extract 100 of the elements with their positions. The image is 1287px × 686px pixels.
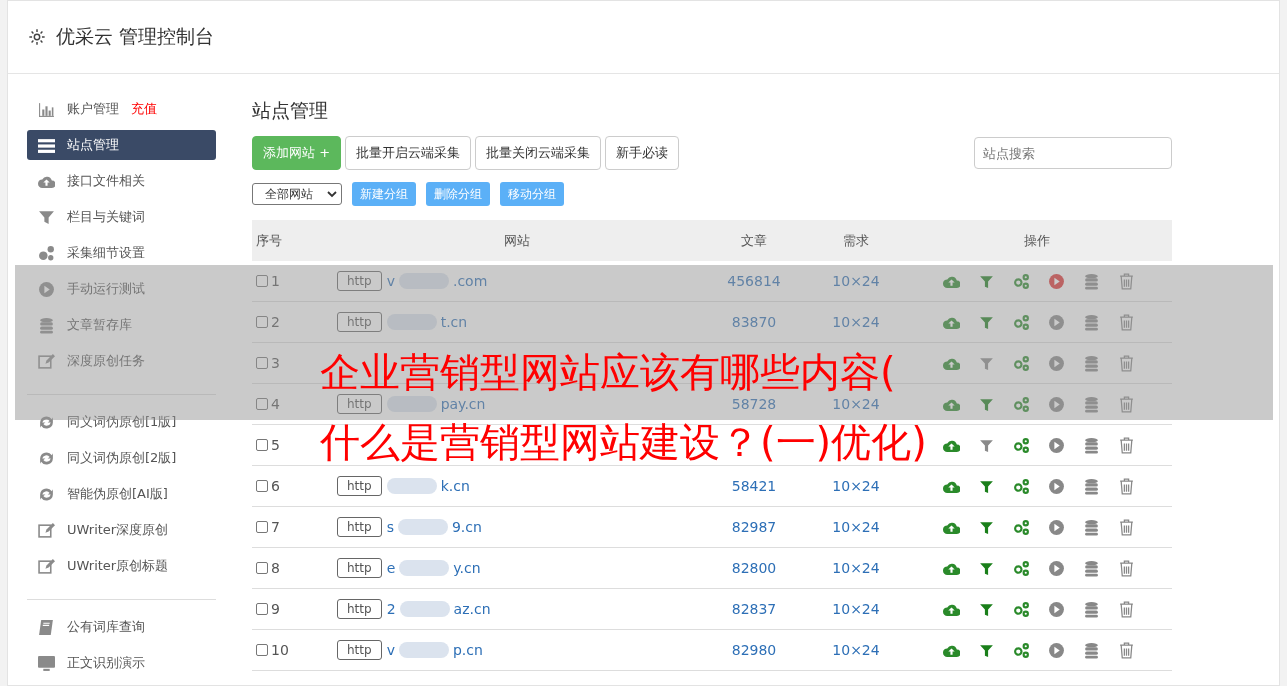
site-url[interactable]: az.cn [453, 601, 491, 617]
database-icon[interactable] [1083, 395, 1100, 413]
trash-icon[interactable] [1118, 559, 1135, 577]
database-icon[interactable] [1083, 559, 1100, 577]
site-url[interactable]: e [386, 560, 396, 576]
trash-icon[interactable] [1118, 395, 1135, 413]
search-field[interactable]: 站点搜索 [974, 137, 1172, 169]
sidebar-item[interactable]: 公有词库查询 [27, 612, 216, 642]
sidebar-label: 智能伪原创[AI版] [67, 485, 168, 503]
gears-icon[interactable] [1013, 518, 1030, 536]
toolbar-button[interactable]: 批量开启云端采集 [345, 136, 472, 170]
column-header: 操作 [902, 220, 1172, 261]
row-checkbox[interactable] [256, 603, 268, 615]
site-url[interactable]: 9.cn [451, 519, 482, 535]
banner-title: 企业营销型网站应该有哪些内容( [320, 350, 897, 394]
scheme-tag: http [337, 312, 382, 332]
gears-icon[interactable] [1013, 436, 1030, 454]
sidebar-item[interactable]: 栏目与关键词 [27, 202, 216, 232]
row-checkbox[interactable] [256, 439, 268, 451]
sidebar-item[interactable]: 智能伪原创[AI版] [27, 479, 216, 509]
site-url[interactable]: v [386, 642, 395, 658]
database-icon[interactable] [1083, 436, 1100, 454]
sidebar-item[interactable]: 手动运行测试 [27, 274, 216, 304]
row-checkbox[interactable] [256, 521, 268, 533]
gears-icon[interactable] [1013, 477, 1030, 495]
toolbar-button[interactable]: 新手必读 [605, 136, 680, 170]
trash-icon[interactable] [1118, 313, 1135, 331]
trash-icon[interactable] [1118, 354, 1135, 372]
blurred-text [386, 478, 437, 494]
play-icon[interactable] [1048, 559, 1065, 577]
sidebar-item[interactable]: 文章暂存库 [27, 310, 216, 340]
row-number: 7 [271, 519, 280, 535]
database-icon[interactable] [1083, 272, 1100, 290]
trash-icon[interactable] [1118, 272, 1135, 290]
trash-icon[interactable] [1118, 477, 1135, 495]
sidebar-item[interactable]: 站点管理 [27, 130, 216, 160]
site-url[interactable]: 2 [386, 601, 396, 617]
row-number: 5 [271, 437, 280, 453]
database-icon[interactable] [1083, 600, 1100, 618]
play-icon[interactable] [1048, 395, 1065, 413]
sidebar-item[interactable]: 同义词伪原创[2版] [27, 443, 216, 473]
sidebar-item[interactable]: 采集细节设置 [27, 238, 216, 268]
column-header: 文章 [698, 220, 810, 261]
row-checkbox[interactable] [256, 644, 268, 656]
play-icon[interactable] [1048, 313, 1065, 331]
database-icon[interactable] [1083, 641, 1100, 659]
play-icon[interactable] [1048, 641, 1065, 659]
article-count: 82987 [731, 519, 777, 535]
row-checkbox[interactable] [256, 357, 268, 369]
sidebar-item[interactable]: 正文识别演示 [27, 648, 216, 678]
row-checkbox[interactable] [256, 316, 268, 328]
gears-icon[interactable] [1013, 641, 1030, 659]
sidebar-item[interactable]: 账户管理 充值 [27, 94, 216, 124]
gears-icon[interactable] [1013, 272, 1030, 290]
trash-icon[interactable] [1118, 600, 1135, 618]
article-count: 82980 [731, 642, 777, 658]
row-checkbox[interactable] [256, 562, 268, 574]
row-checkbox[interactable] [256, 480, 268, 492]
site-url[interactable]: s [386, 519, 394, 535]
recharge-link[interactable]: 充值 [131, 100, 157, 118]
trash-icon[interactable] [1118, 436, 1135, 454]
group-dropdown[interactable]: 全部网站 [252, 183, 342, 205]
sidebar-item[interactable]: 同义词伪原创[1版] [27, 407, 216, 437]
play-icon[interactable] [1048, 518, 1065, 536]
gears-icon[interactable] [1013, 395, 1030, 413]
play-icon[interactable] [1048, 354, 1065, 372]
article-count: 82837 [731, 601, 777, 617]
play-icon[interactable] [1048, 272, 1065, 290]
row-checkbox[interactable] [256, 275, 268, 287]
database-icon[interactable] [1083, 477, 1100, 495]
row-checkbox[interactable] [256, 398, 268, 410]
sidebar-item[interactable]: UWriter原创标题 [27, 551, 216, 581]
sidebar-label: 同义词伪原创[1版] [67, 413, 177, 431]
database-icon[interactable] [1083, 518, 1100, 536]
play-icon[interactable] [1048, 477, 1065, 495]
schedule-text: 10×24 [832, 519, 880, 535]
site-url[interactable]: y.cn [453, 560, 481, 576]
gears-icon[interactable] [1013, 354, 1030, 372]
database-icon[interactable] [1083, 313, 1100, 331]
server-list-icon [38, 136, 55, 154]
row-number: 2 [271, 314, 280, 330]
trash-icon[interactable] [1118, 518, 1135, 536]
monitor-icon [38, 654, 55, 672]
database-icon[interactable] [1083, 354, 1100, 372]
site-url[interactable]: p.cn [452, 642, 483, 658]
trash-icon[interactable] [1118, 641, 1135, 659]
site-url[interactable]: k.cn [440, 478, 470, 494]
play-icon[interactable] [1048, 436, 1065, 454]
play-icon[interactable] [1048, 600, 1065, 618]
row-number: 3 [271, 355, 280, 371]
sidebar-item[interactable]: UWriter深度原创 [27, 515, 216, 545]
page-title: 站点管理 [252, 98, 329, 123]
toolbar-button[interactable]: 批量关闭云端采集 [475, 136, 602, 170]
refresh-icon [38, 485, 55, 503]
schedule-text: 10×24 [832, 314, 880, 330]
gears-icon[interactable] [1013, 600, 1030, 618]
sidebar-item[interactable]: 接口文件相关 [27, 166, 216, 196]
gears-icon[interactable] [1013, 559, 1030, 577]
gears-icon[interactable] [1013, 313, 1030, 331]
sidebar-item[interactable]: 深度原创任务 [27, 346, 216, 376]
